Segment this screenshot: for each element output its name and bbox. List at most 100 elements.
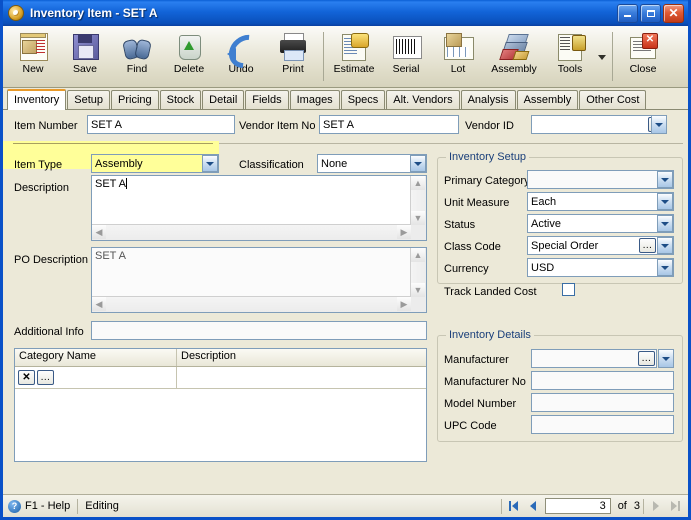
status-divider-3 bbox=[643, 498, 644, 514]
item-type-highlight-rule bbox=[13, 143, 213, 144]
close-document-icon: ✕ bbox=[627, 31, 659, 62]
description-scroll-right-icon[interactable]: ▶ bbox=[397, 225, 411, 239]
tab-stock[interactable]: Stock bbox=[159, 90, 202, 109]
record-number-input[interactable]: 3 bbox=[544, 498, 611, 514]
previous-record-button[interactable] bbox=[525, 498, 542, 514]
first-record-button[interactable] bbox=[505, 498, 522, 514]
currency-chevron-down-icon[interactable] bbox=[657, 259, 673, 276]
class-code-lookup-button[interactable]: … bbox=[639, 238, 656, 253]
help-icon: ? bbox=[8, 499, 21, 513]
additional-info-input[interactable] bbox=[91, 321, 427, 340]
toolbar-close-button[interactable]: ✕ Close bbox=[617, 28, 669, 87]
tab-alt-vendors[interactable]: Alt. Vendors bbox=[386, 90, 460, 109]
toolbar-undo-button[interactable]: Undo bbox=[215, 28, 270, 87]
po-description-textarea[interactable]: SET A ▲ ▼ ◀ ▶ bbox=[91, 247, 427, 313]
tab-fields[interactable]: Fields bbox=[245, 90, 289, 109]
row-delete-button[interactable]: ✕ bbox=[18, 370, 35, 385]
tools-icon bbox=[554, 31, 586, 62]
po-description-scroll-left-icon[interactable]: ◀ bbox=[92, 297, 106, 311]
tab-analysis[interactable]: Analysis bbox=[460, 90, 516, 109]
primary-category-chevron-down-icon[interactable] bbox=[657, 171, 673, 188]
status-chevron-down-icon[interactable] bbox=[657, 215, 673, 232]
title-bar: Inventory Item - SET A ✕ bbox=[3, 0, 688, 26]
tab-detail[interactable]: Detail bbox=[202, 90, 245, 109]
help-hint[interactable]: ? F1 - Help bbox=[8, 499, 77, 513]
toolbar-estimate-button[interactable]: Estimate bbox=[328, 28, 380, 87]
toolbar-delete-label: Delete bbox=[173, 63, 205, 75]
class-code-combo[interactable]: Special Order … bbox=[527, 236, 674, 255]
close-button[interactable]: ✕ bbox=[663, 3, 684, 23]
upc-code-label: UPC Code bbox=[444, 420, 497, 432]
toolbar-print-button[interactable]: Print bbox=[267, 28, 319, 87]
status-label: Status bbox=[444, 219, 476, 231]
upc-code-input[interactable] bbox=[531, 415, 674, 434]
item-type-chevron-down-icon[interactable] bbox=[202, 155, 218, 172]
model-number-input[interactable] bbox=[531, 393, 674, 412]
po-description-scroll-up-icon[interactable]: ▲ bbox=[411, 248, 425, 262]
vendor-id-chevron-down-icon[interactable] bbox=[651, 115, 667, 134]
table-row[interactable]: ✕ … bbox=[15, 367, 426, 389]
po-description-scroll-down-icon[interactable]: ▼ bbox=[411, 283, 425, 297]
window-controls: ✕ bbox=[617, 3, 686, 23]
vendor-id-combo[interactable]: … bbox=[531, 115, 667, 134]
item-type-combo[interactable]: Assembly bbox=[91, 154, 219, 173]
window-title-main: Inventory Item bbox=[30, 6, 113, 20]
class-code-chevron-down-icon[interactable] bbox=[657, 237, 673, 254]
description-scroll-left-icon[interactable]: ◀ bbox=[92, 225, 106, 239]
category-grid[interactable]: Category Name Description ✕ … bbox=[14, 348, 427, 462]
classification-chevron-down-icon[interactable] bbox=[410, 155, 426, 172]
tab-strip: Inventory Setup Pricing Stock Detail Fie… bbox=[3, 88, 688, 110]
description-scroll-down-icon[interactable]: ▼ bbox=[411, 211, 425, 225]
track-landed-cost-checkbox[interactable] bbox=[562, 283, 575, 296]
toolbar-save-button[interactable]: Save bbox=[59, 28, 111, 87]
primary-category-combo[interactable] bbox=[527, 170, 674, 189]
record-of-label: of bbox=[617, 500, 627, 512]
po-description-horizontal-scrollbar[interactable]: ◀ ▶ bbox=[92, 296, 411, 312]
tab-pricing[interactable]: Pricing bbox=[111, 90, 159, 109]
toolbar-lot-button[interactable]: Lot bbox=[432, 28, 484, 87]
po-description-vertical-scrollbar[interactable]: ▲ ▼ bbox=[410, 248, 426, 297]
next-record-button[interactable] bbox=[647, 498, 664, 514]
description-textarea[interactable]: SET A ▲ ▼ ◀ ▶ bbox=[91, 175, 427, 241]
toolbar-assembly-button[interactable]: Assembly bbox=[484, 28, 544, 87]
unit-measure-chevron-down-icon[interactable] bbox=[657, 193, 673, 210]
description-horizontal-scrollbar[interactable]: ◀ ▶ bbox=[92, 224, 411, 240]
model-number-label: Model Number bbox=[444, 398, 517, 410]
main-toolbar: New Save Find Delete Undo Print Estimate… bbox=[3, 26, 688, 88]
last-record-button[interactable] bbox=[667, 498, 684, 514]
row-lookup-button[interactable]: … bbox=[37, 370, 54, 385]
tab-assembly[interactable]: Assembly bbox=[516, 90, 579, 109]
tab-inventory[interactable]: Inventory bbox=[7, 89, 67, 110]
minimize-button[interactable] bbox=[617, 3, 638, 23]
manufacturer-chevron-down-icon[interactable] bbox=[658, 349, 674, 368]
unit-measure-combo[interactable]: Each bbox=[527, 192, 674, 211]
po-description-scroll-right-icon[interactable]: ▶ bbox=[397, 297, 411, 311]
tab-setup[interactable]: Setup bbox=[67, 90, 110, 109]
toolbar-new-button[interactable]: New bbox=[7, 28, 59, 87]
maximize-button[interactable] bbox=[640, 3, 661, 23]
manufacturer-no-input[interactable] bbox=[531, 371, 674, 390]
toolbar-delete-button[interactable]: Delete bbox=[163, 28, 215, 87]
lot-icon bbox=[442, 31, 474, 62]
description-scroll-up-icon[interactable]: ▲ bbox=[411, 176, 425, 190]
toolbar-find-button[interactable]: Find bbox=[111, 28, 163, 87]
class-code-label: Class Code bbox=[444, 241, 501, 253]
description-vertical-scrollbar[interactable]: ▲ ▼ bbox=[410, 176, 426, 225]
vendor-item-no-input[interactable]: SET A bbox=[319, 115, 459, 134]
toolbar-serial-button[interactable]: Serial bbox=[380, 28, 432, 87]
floppy-disk-icon bbox=[69, 31, 101, 62]
tab-images[interactable]: Images bbox=[289, 90, 340, 109]
category-row-description-cell[interactable] bbox=[177, 367, 426, 388]
description-label: Description bbox=[14, 182, 70, 194]
tab-other-cost[interactable]: Other Cost bbox=[579, 90, 647, 109]
currency-combo[interactable]: USD bbox=[527, 258, 674, 277]
tools-dropdown-chevron-down-icon[interactable] bbox=[596, 55, 608, 60]
manufacturer-combo[interactable]: … bbox=[531, 349, 657, 368]
toolbar-tools-button[interactable]: Tools bbox=[544, 28, 596, 87]
tab-specs[interactable]: Specs bbox=[340, 90, 386, 109]
manufacturer-lookup-button[interactable]: … bbox=[638, 351, 655, 366]
item-number-input[interactable]: SET A bbox=[87, 115, 235, 134]
status-combo[interactable]: Active bbox=[527, 214, 674, 233]
classification-combo[interactable]: None bbox=[317, 154, 427, 173]
category-grid-col-category-name: Category Name bbox=[15, 349, 177, 366]
